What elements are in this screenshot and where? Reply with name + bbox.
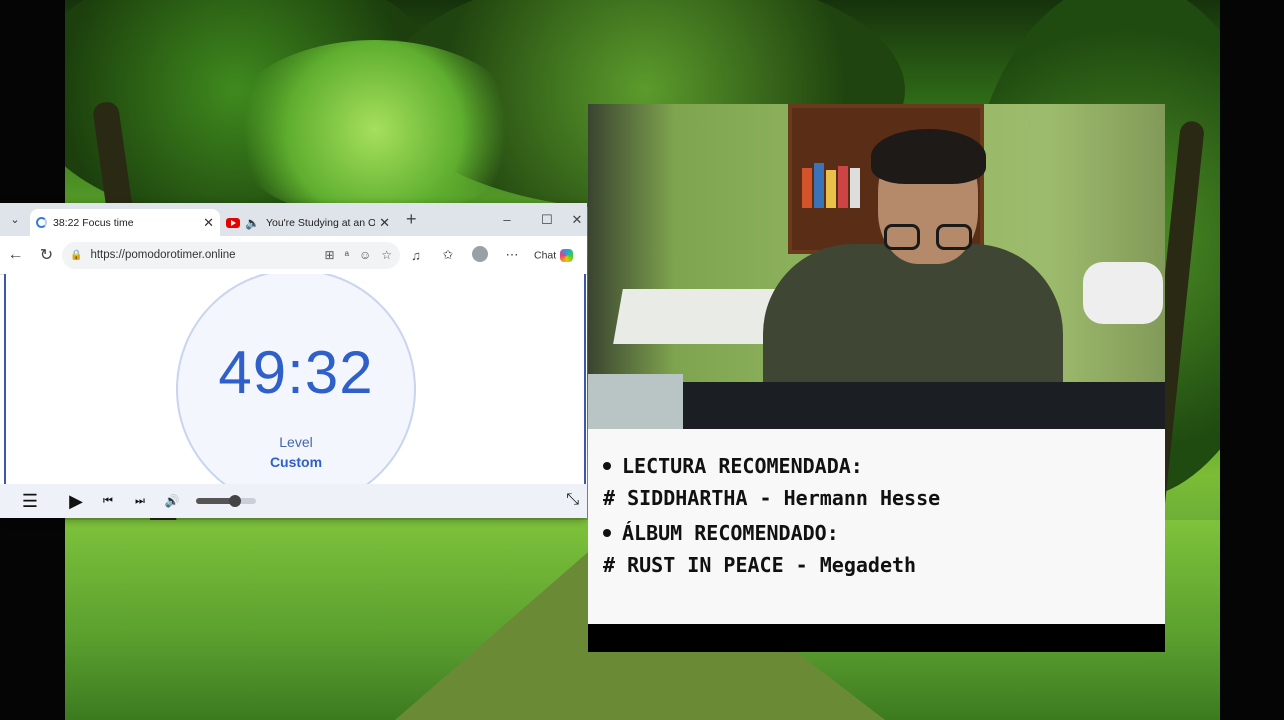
browser-window: ⌄ 38:22 Focus time ✕ 🔈 You're Studying a… [0,203,587,518]
copilot-icon [560,248,574,262]
address-toolbar: ← ↻ 🔒 https://pomodorotimer.online ⊞ ᵃ ☺… [0,236,587,275]
book [838,166,848,208]
minimize-icon[interactable]: – [487,212,527,227]
new-tab-button[interactable]: + [406,209,417,230]
back-icon[interactable]: ← [0,246,31,264]
previous-icon[interactable]: ⏮ [92,495,124,508]
book [802,168,812,208]
refresh-icon[interactable]: ↻ [31,245,62,265]
media-control-icon[interactable]: ♫ [400,248,432,263]
level-label: Level [279,434,313,450]
person-hair [871,129,986,184]
menu-icon[interactable]: ☰ [0,491,60,512]
youtube-icon [226,217,240,228]
book [850,168,860,208]
play-icon[interactable]: ▶ [60,491,92,512]
webcam-feed [588,104,1165,429]
reading-header-line: LECTURA RECOMENDADA: [603,454,863,478]
address-bar[interactable]: 🔒 https://pomodorotimer.online ⊞ ᵃ ☺ ☆ [62,241,400,269]
close-window-icon[interactable]: ✕ [567,212,587,228]
maximize-icon[interactable]: ☐ [527,212,567,228]
tab-title: You're Studying at an O [265,216,376,229]
profile-button[interactable] [464,245,496,265]
tab-bar: ⌄ 38:22 Focus time ✕ 🔈 You're Studying a… [0,203,587,236]
speaker-icon[interactable]: 🔈 [245,216,260,230]
favorites-icon[interactable]: ✩ [432,247,464,263]
tab-list-button[interactable]: ⌄ [0,213,30,226]
close-tab-icon[interactable]: ✕ [203,215,214,231]
close-tab-icon[interactable]: ✕ [379,215,390,231]
water-glass [588,374,683,429]
timer-circle: 49:32 Level Custom [176,274,416,484]
book [814,163,824,208]
reading-item: # SIDDHARTHA - Hermann Hesse [603,486,941,510]
timer-display: 49:32 [218,339,374,406]
chat-button[interactable]: Chat [534,248,574,262]
url-text: https://pomodorotimer.online [90,249,236,261]
chat-label: Chat [534,248,557,261]
pomodoro-page: 49:32 Level Custom [4,274,586,484]
more-menu-icon[interactable]: ⋯ [496,247,528,263]
avatar [472,245,488,262]
volume-icon[interactable]: 🔊 [156,494,188,508]
album-header-line: ÁLBUM RECOMENDADO: [603,521,839,545]
glasses [884,224,978,254]
favorite-star-icon[interactable]: ☆ [381,248,392,262]
recommendations-card: LECTURA RECOMENDADA: # SIDDHARTHA - Herm… [588,429,1165,624]
tab-focus-time[interactable]: 38:22 Focus time ✕ [30,209,220,236]
read-aloud-icon[interactable]: ᵃ [345,248,349,262]
bullet-icon [603,528,611,537]
bullet-icon [603,461,611,470]
volume-knob[interactable] [229,495,241,507]
loading-spinner-icon [36,217,47,228]
next-icon[interactable]: ⏭ [124,495,156,508]
expand-icon[interactable]: ⤡ [566,491,579,509]
media-player-bar: ☰ ▶ ⏮ ⏭ 🔊 ⤡ [0,484,587,518]
sunlit-canopy [225,40,525,220]
monitor-edge [683,382,1165,429]
lock-icon[interactable]: 🔒 [70,250,82,261]
album-item: # RUST IN PEACE - Megadeth [603,553,917,577]
emoji-icon[interactable]: ☺ [359,248,371,262]
tab-youtube[interactable]: 🔈 You're Studying at an O ✕ [220,209,396,236]
level-value[interactable]: Custom [178,454,414,470]
app-available-icon[interactable]: ⊞ [324,248,334,262]
reading-header: LECTURA RECOMENDADA: [622,454,863,478]
book [826,170,836,208]
right-black-bar [1220,0,1284,720]
album-header: ÁLBUM RECOMENDADO: [622,521,839,545]
volume-slider[interactable] [196,495,256,507]
pillow [1083,262,1163,324]
card-bottom-bar [588,624,1165,652]
chevron-down-icon: ⌄ [10,214,20,226]
tab-title: 38:22 Focus time [53,216,134,229]
window-controls: – ☐ ✕ [487,203,587,236]
